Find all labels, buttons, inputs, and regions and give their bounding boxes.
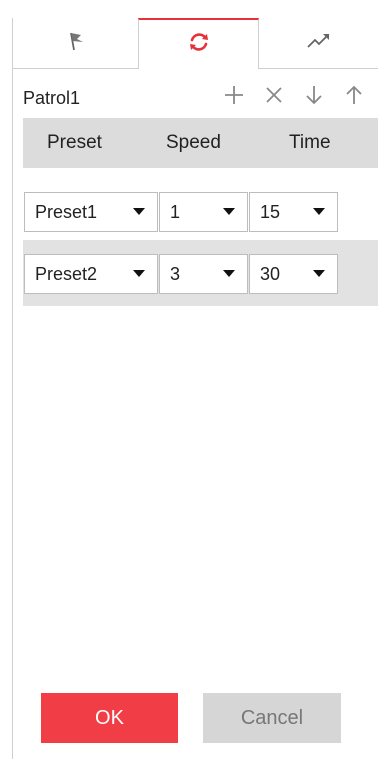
delete-button[interactable] <box>257 80 291 114</box>
preset-select[interactable]: Preset2 <box>24 254 158 294</box>
patrol-actions <box>217 80 371 114</box>
tab-patrol[interactable] <box>138 18 259 69</box>
caret-down-icon <box>313 270 325 277</box>
time-value: 15 <box>260 201 281 222</box>
caret-down-icon <box>313 208 325 215</box>
column-speed: Speed <box>166 132 221 153</box>
arrow-up-icon <box>343 84 365 111</box>
time-select[interactable]: 15 <box>249 192 338 232</box>
move-down-button[interactable] <box>297 80 331 114</box>
column-header: Preset Speed Time <box>23 118 378 168</box>
preset-select[interactable]: Preset1 <box>24 192 158 232</box>
speed-select[interactable]: 3 <box>159 254 248 294</box>
column-preset: Preset <box>47 132 102 153</box>
close-icon <box>263 84 285 111</box>
tab-bar <box>13 18 378 69</box>
move-up-button[interactable] <box>337 80 371 114</box>
flag-icon <box>65 30 87 57</box>
caret-down-icon <box>133 270 145 277</box>
arrow-down-icon <box>303 84 325 111</box>
column-time: Time <box>289 132 331 153</box>
preset-value: Preset1 <box>35 201 98 222</box>
add-button[interactable] <box>217 80 251 114</box>
speed-value: 1 <box>170 201 181 222</box>
preset-value: Preset2 <box>35 263 98 284</box>
caret-down-icon <box>133 208 145 215</box>
refresh-icon <box>187 30 211 59</box>
tab-pattern[interactable] <box>259 18 378 68</box>
table-row[interactable]: Preset2 3 30 <box>23 240 378 306</box>
caret-down-icon <box>223 270 235 277</box>
time-value: 30 <box>260 263 281 284</box>
add-icon <box>223 84 245 111</box>
speed-select[interactable]: 1 <box>159 192 248 232</box>
patrol-header: Patrol1 <box>13 80 378 116</box>
trend-icon <box>306 31 332 56</box>
patrol-name: Patrol1 <box>23 88 81 108</box>
table-row[interactable]: Preset1 1 15 <box>23 178 378 244</box>
ok-button[interactable]: OK <box>41 693 178 743</box>
cancel-button[interactable]: Cancel <box>203 693 341 743</box>
caret-down-icon <box>223 208 235 215</box>
time-select[interactable]: 30 <box>249 254 338 294</box>
speed-value: 3 <box>170 263 181 284</box>
patrol-panel: Patrol1 Preset Speed Time Preset1 1 15 P… <box>12 18 378 759</box>
tab-preset[interactable] <box>13 18 138 68</box>
